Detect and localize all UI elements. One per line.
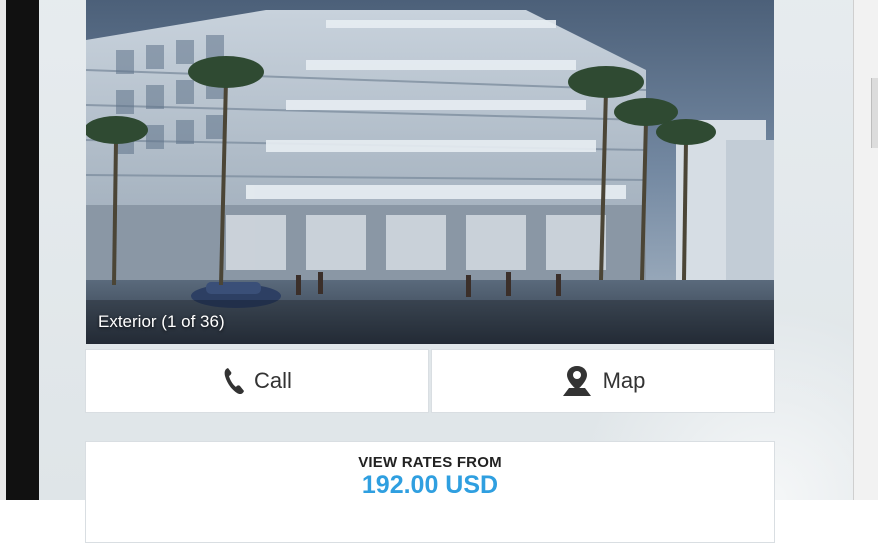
map-button[interactable]: Map [432, 350, 774, 412]
rates-label: VIEW RATES FROM [358, 454, 502, 471]
call-button[interactable]: Call [86, 350, 428, 412]
phone-icon [222, 366, 245, 396]
rates-price: 192.00 USD [361, 471, 499, 499]
photo-caption: Exterior (1 of 36) [98, 312, 225, 331]
action-bar: Call Map [86, 350, 774, 412]
map-label: Map [602, 368, 646, 393]
call-label: Call [254, 368, 292, 393]
hotel-illustration [86, 0, 774, 344]
hotel-photo[interactable]: Exterior (1 of 36) [86, 0, 774, 344]
phone-side-button [871, 78, 878, 148]
rates-card[interactable]: VIEW RATES FROM 192.00 USD [86, 442, 774, 542]
map-pin-icon [561, 364, 593, 398]
phone-edge-right [853, 0, 878, 500]
